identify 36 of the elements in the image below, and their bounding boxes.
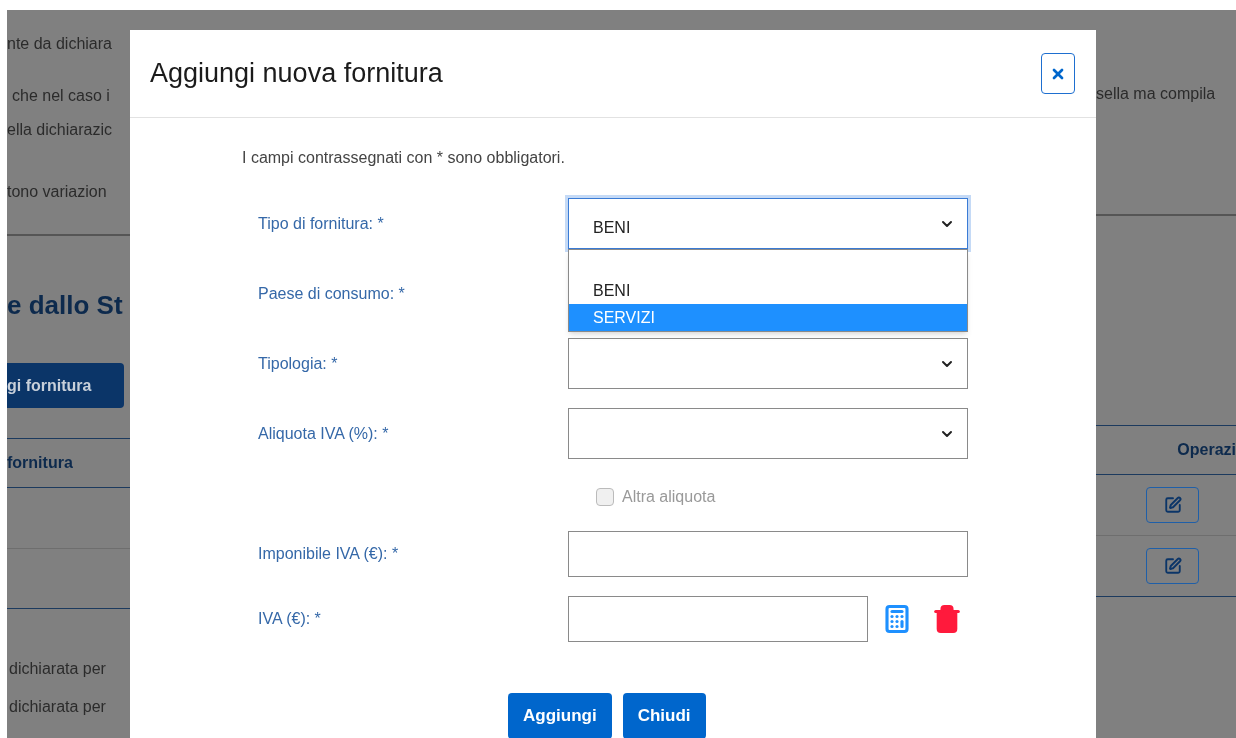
field-label: Aliquota IVA (%): * [258, 423, 390, 444]
background-text: tono variazion [7, 182, 108, 202]
section-heading: e dallo St [7, 289, 124, 322]
dialog-title: Aggiungi nuova fornitura [150, 57, 443, 91]
field-label: Imponibile IVA (€): * [258, 544, 400, 564]
field-label: IVA (€): * [258, 609, 322, 629]
dropdown-option[interactable]: BENI [569, 277, 967, 304]
edit-icon [1163, 496, 1182, 514]
field-label: Paese di consumo: * [258, 283, 406, 304]
background-text: sella ma compila [1096, 84, 1217, 104]
background-text: che nel caso i [11, 86, 111, 106]
add-supply-button[interactable]: gi fornitura [7, 363, 124, 408]
select-field[interactable] [568, 338, 968, 389]
required-note: I campi contrassegnati con * sono obbligatori. [242, 148, 566, 168]
close-button[interactable] [1041, 53, 1075, 94]
select-field[interactable] [568, 408, 968, 459]
column-header: Operazi [1176, 440, 1236, 460]
trash-icon[interactable] [932, 604, 962, 634]
background-text: dichiarata per [8, 659, 107, 679]
input-field[interactable] [568, 531, 968, 577]
input-field[interactable] [568, 596, 868, 642]
checkbox-label: Altra aliquota [622, 487, 716, 507]
select-value: BENI [593, 217, 631, 238]
calculator-icon[interactable] [882, 604, 912, 634]
background-text: dichiarata per [8, 697, 107, 717]
field-label: Tipo di fornitura: * [258, 213, 385, 234]
background-text: ella dichiarazic [7, 120, 113, 140]
edit-icon [1163, 557, 1182, 575]
background-text: nte da dichiara [7, 34, 113, 54]
edit-button[interactable] [1146, 487, 1199, 523]
select-field[interactable]: BENI [568, 198, 968, 249]
edit-button[interactable] [1146, 548, 1199, 584]
field-label: Tipologia: * [258, 353, 339, 374]
dialog-button[interactable]: Aggiungi [508, 693, 612, 738]
dialog-button[interactable]: Chiudi [622, 693, 706, 738]
column-header: fornitura [7, 453, 74, 473]
